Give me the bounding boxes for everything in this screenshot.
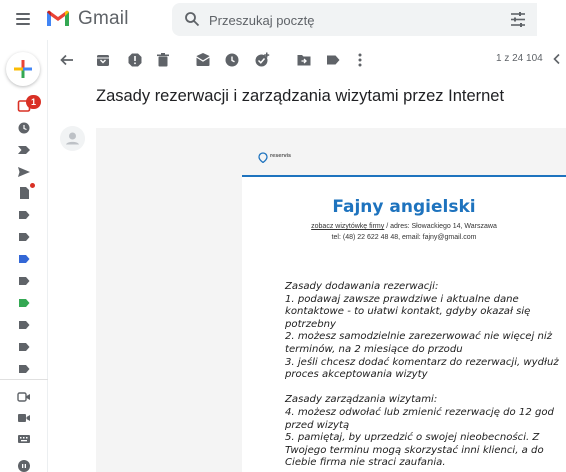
label-icon[interactable] — [17, 362, 31, 376]
meet-icon[interactable] — [17, 390, 31, 404]
back-arrow-icon[interactable] — [59, 52, 75, 68]
reservation-rules: Zasady dodawania rezerwacji: 1. podawaj … — [285, 281, 566, 470]
drafts-icon[interactable] — [17, 186, 31, 200]
search-icon[interactable] — [184, 11, 200, 27]
rules-line: 4. możesz odwołać lub zmienić rezerwację… — [285, 406, 554, 418]
chat-icon[interactable] — [17, 458, 31, 472]
drafts-dot — [30, 183, 35, 188]
label-icon[interactable] — [17, 208, 31, 222]
rules-line — [285, 382, 566, 395]
message-toolbar: 1 z 24 104 — [48, 40, 566, 78]
rail-divider — [0, 379, 48, 380]
label-icon[interactable] — [17, 230, 31, 244]
rules-line: przed wizytą — [285, 419, 350, 431]
label-icon[interactable] — [17, 340, 31, 354]
rules-line: kontaktowe - to ułatwi kontakt, gdyby ok… — [285, 306, 531, 318]
search-options-icon[interactable] — [510, 12, 526, 27]
more-options-icon[interactable] — [352, 52, 368, 68]
company-profile-link[interactable]: zobacz wizytówkę firmy — [311, 223, 384, 230]
snoozed-icon[interactable] — [17, 121, 31, 135]
video-icon[interactable] — [17, 411, 31, 425]
labels-icon[interactable] — [325, 52, 341, 68]
rules-line: 2. możesz samodzielnie zarezerwować nie … — [285, 331, 553, 343]
company-contact: tel: (48) 22 622 48 48, email: fajny@gma… — [331, 234, 477, 241]
rules-line: 1. podawaj zawsze prawdziwe i aktualne d… — [285, 293, 519, 305]
rules-line: Zasady dodawania rezerwacji: — [285, 281, 439, 292]
report-spam-icon[interactable] — [127, 52, 143, 68]
search-input[interactable] — [209, 11, 489, 29]
archive-icon[interactable] — [95, 52, 111, 68]
label-icon[interactable] — [17, 318, 31, 332]
rules-line: Ciebie firma nie straci zaufania. — [285, 457, 446, 469]
sent-icon[interactable] — [17, 165, 31, 179]
search-bar[interactable] — [172, 3, 537, 36]
add-to-tasks-icon[interactable] — [254, 52, 270, 68]
compose-plus-icon — [14, 60, 32, 78]
reservis-pin-icon — [258, 152, 268, 163]
rules-line: Zasady zarządzania wizytami: — [285, 394, 438, 406]
company-address: / adres: Słowackiego 14, Warszawa — [384, 223, 497, 230]
label-icon[interactable] — [17, 274, 31, 288]
company-info: zobacz wizytówkę firmy / adres: Słowacki… — [242, 221, 566, 243]
top-bar: Gmail — [0, 0, 566, 40]
gmail-logo-icon[interactable] — [45, 8, 71, 28]
message-count: 1 z 24 104 — [496, 53, 543, 64]
main-menu-icon[interactable] — [16, 13, 30, 25]
email-card: Fajny angielski zobacz wizytówkę firmy /… — [242, 175, 566, 472]
label-blue-icon[interactable] — [17, 252, 31, 266]
rules-line: 3. jeśli chcesz dodać komentarz do rezer… — [285, 356, 559, 368]
rules-line: Twojego terminu mogą skorzystać inni kli… — [285, 444, 544, 456]
keyboard-icon[interactable] — [17, 432, 31, 446]
compose-button[interactable] — [6, 52, 40, 86]
message-subject: Zasady rezerwacji i zarządzania wizytami… — [96, 87, 505, 105]
rules-line: potrzebny — [285, 318, 336, 330]
label-green-icon[interactable] — [17, 296, 31, 310]
brand-name: reservis — [270, 153, 292, 159]
rules-line: terminów, na 2 miesiące do przodu — [285, 343, 463, 355]
sender-avatar-icon[interactable] — [60, 126, 85, 151]
inbox-unread-badge: 1 — [26, 95, 41, 109]
delete-icon[interactable] — [155, 52, 171, 68]
app-name: Gmail — [78, 8, 129, 29]
newer-message-icon[interactable] — [552, 53, 562, 65]
important-icon[interactable] — [17, 143, 31, 157]
move-to-icon[interactable] — [296, 52, 312, 68]
mark-unread-icon[interactable] — [195, 52, 211, 68]
rules-line: 5. pamiętaj, by uprzedzić o swojej nieob… — [285, 432, 540, 444]
rules-line: proces akceptowania wizyty — [285, 369, 428, 381]
snooze-icon[interactable] — [224, 52, 240, 68]
company-name: Fajny angielski — [332, 197, 476, 217]
reservis-logo[interactable]: reservis — [258, 152, 318, 164]
